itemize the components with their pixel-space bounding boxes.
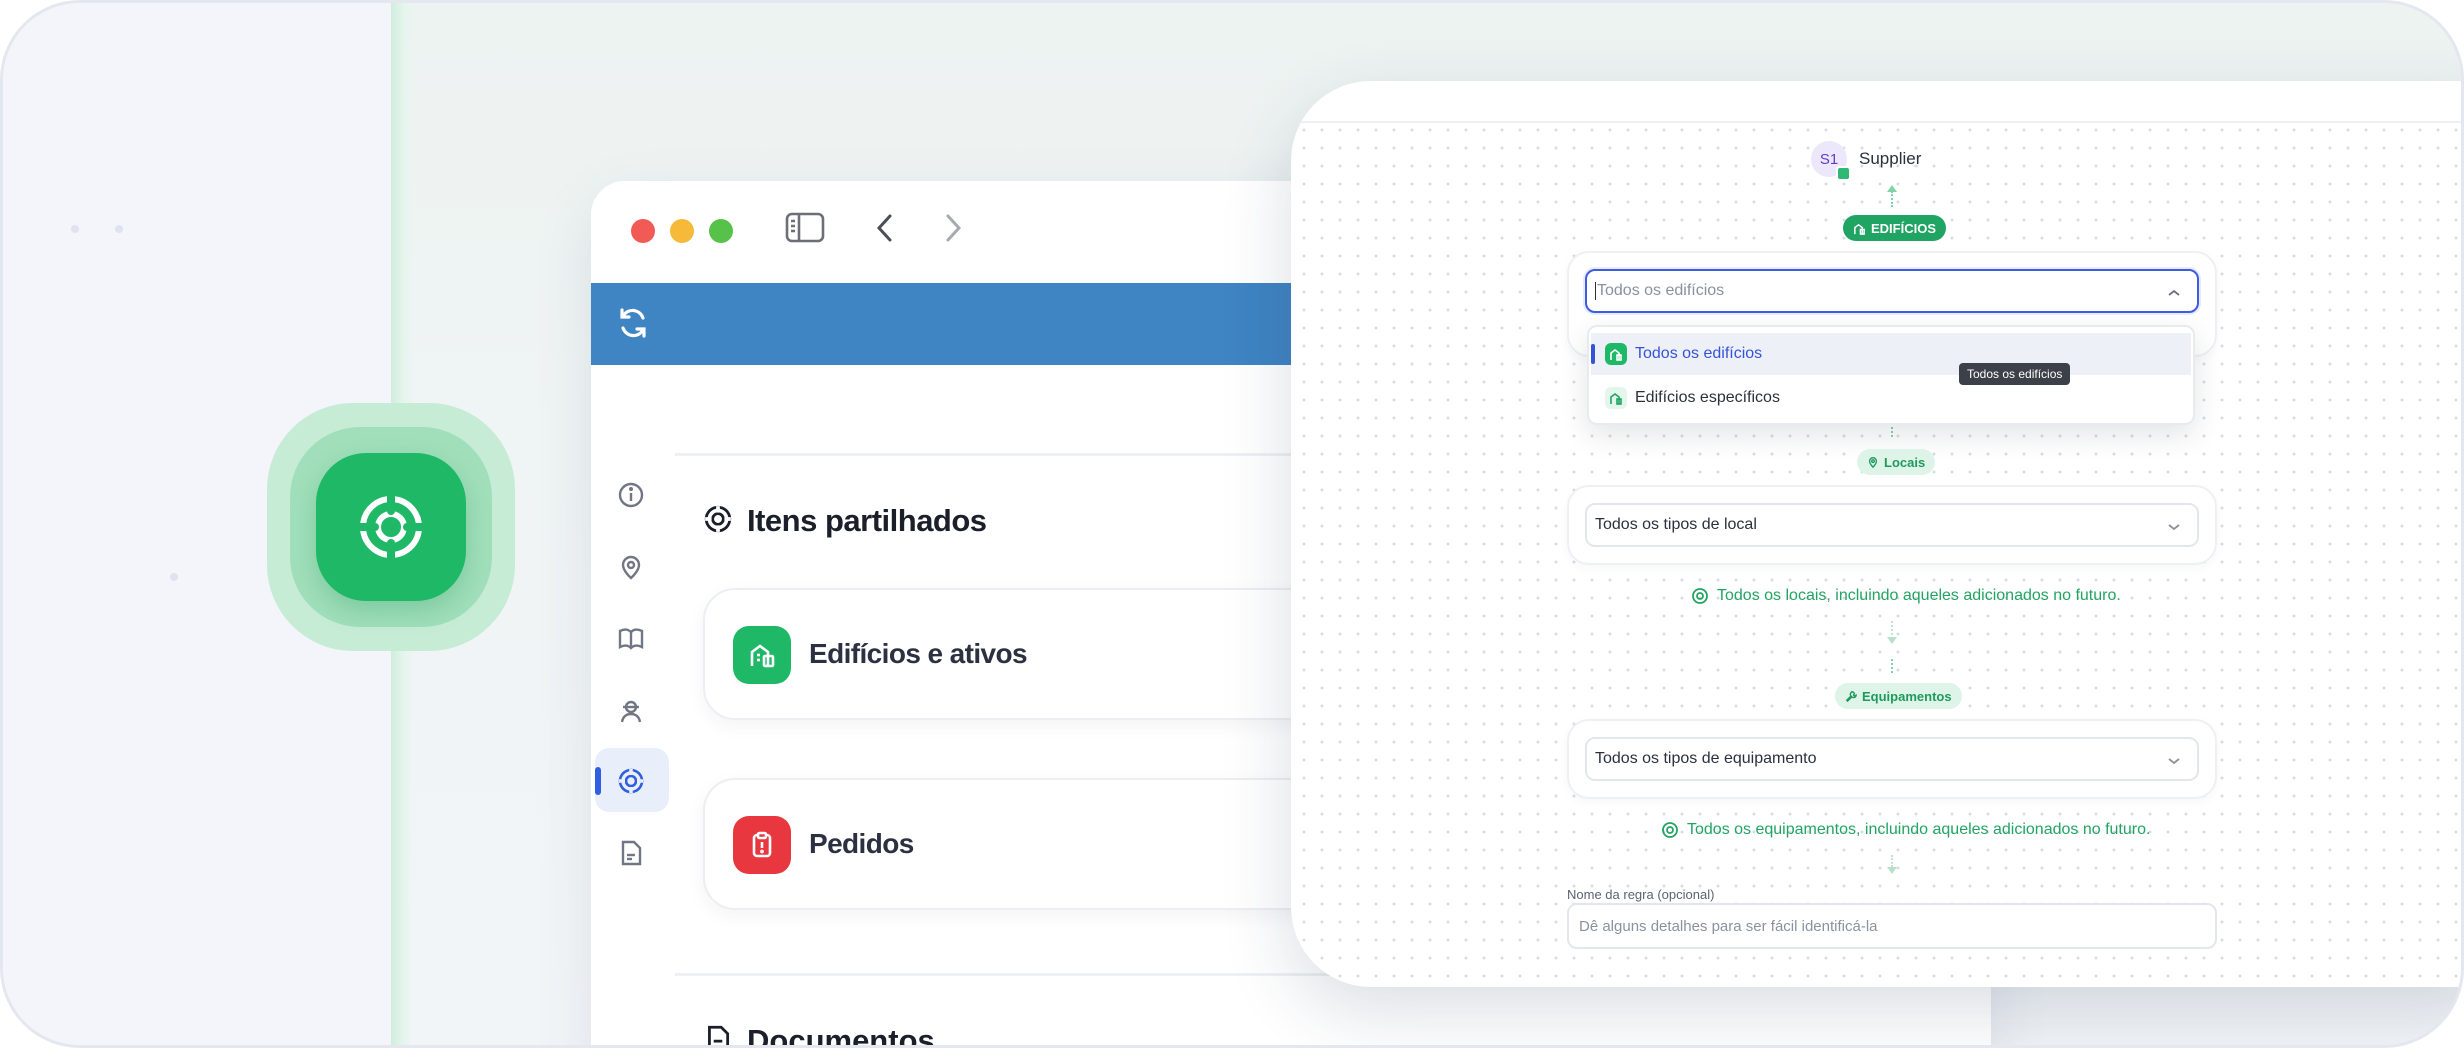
option-all-buildings[interactable]: Todos os edifícios: [1591, 333, 2191, 375]
minimize-window-button[interactable]: [670, 219, 694, 243]
building-badge-icon: [1836, 166, 1851, 181]
connector-line: [1891, 855, 1893, 867]
supplier-name: Supplier: [1859, 149, 1922, 168]
rule-name-placeholder: Dê alguns detalhes para ser fácil identi…: [1579, 917, 1878, 935]
building-icon: [1605, 387, 1627, 409]
building-icon: [1605, 343, 1627, 365]
back-arrow-icon[interactable]: [873, 211, 897, 250]
option-label: Todos os edifícios: [1635, 345, 1763, 362]
buildings-dropdown: Todos os edifícios Edifícios específicos: [1587, 325, 2195, 425]
equipment-note-text: Todos os equipamentos, incluindo aqueles…: [1687, 821, 2151, 838]
shared-items-icon: [703, 504, 733, 539]
forward-arrow-icon[interactable]: [941, 211, 965, 250]
building-icon: [1854, 223, 1865, 235]
equipment-pill: Equipamentos: [1835, 683, 1962, 709]
info-icon[interactable]: [613, 477, 649, 513]
infinity-scope-icon: [1662, 822, 1678, 838]
arrow-up-icon: [1887, 185, 1897, 192]
maximize-window-button[interactable]: [709, 219, 733, 243]
buildings-select-placeholder: Todos os edifícios: [1597, 282, 1725, 299]
sidebar-toggle-icon[interactable]: [785, 211, 825, 250]
chevron-down-icon[interactable]: [2167, 753, 2181, 771]
locations-note-text: Todos os locais, incluindo aqueles adici…: [1717, 587, 2121, 604]
documents-section-header: Documentos: [703, 1023, 935, 1048]
sharing-rule-panel: S1 Supplier EDIFÍCIOS Todos os edifícios: [1291, 81, 2461, 987]
locations-note: Todos os locais, incluindo aqueles adici…: [1691, 587, 2121, 605]
equipment-note: Todos os equipamentos, incluindo aqueles…: [1661, 821, 2150, 839]
screenshot-frame: Itens partilhados Edifícios e ativos Ped…: [0, 0, 2464, 1048]
locations-pill-label: Locais: [1884, 454, 1926, 470]
locations-rule-box: Todos os tipos de local: [1567, 485, 2217, 565]
card-label: Pedidos: [809, 828, 914, 859]
refresh-icon[interactable]: [613, 303, 653, 343]
section-title: Itens partilhados: [747, 503, 987, 538]
buildings-pill: EDIFÍCIOS: [1843, 215, 1947, 241]
connector-line: [1891, 423, 1893, 437]
equipment-rule-box: Todos os tipos de equipamento: [1567, 719, 2217, 799]
avatar-initials: S1: [1819, 150, 1839, 168]
arrow-down-icon: [1887, 637, 1897, 644]
chevron-up-icon[interactable]: [2167, 285, 2181, 303]
section-header: Itens partilhados: [703, 503, 987, 539]
panel-top-bar: [1291, 81, 2461, 123]
option-specific-buildings[interactable]: Edifícios específicos: [1591, 377, 2191, 419]
buildings-pill-label: EDIFÍCIOS: [1871, 220, 1937, 236]
rule-name-input[interactable]: Dê alguns detalhes para ser fácil identi…: [1567, 903, 2217, 949]
text-cursor: [1595, 282, 1596, 300]
user-icon[interactable]: [613, 693, 649, 729]
building-icon: [733, 626, 791, 684]
document-icon: [703, 1024, 733, 1045]
arrow-down-icon: [1887, 867, 1897, 874]
wrench-icon: [1845, 691, 1857, 702]
close-window-button[interactable]: [631, 219, 655, 243]
connector-line: [1891, 621, 1893, 635]
connector-line: [1891, 191, 1893, 207]
equipment-type-select[interactable]: Todos os tipos de equipamento: [1585, 737, 2199, 781]
option-label: Edifícios específicos: [1635, 389, 1780, 406]
clipboard-icon: [733, 816, 791, 874]
shared-items-app-icon: [316, 453, 466, 601]
avatar: S1: [1811, 141, 1851, 181]
option-selected-indicator: [1591, 344, 1595, 364]
shared-items-icon[interactable]: [613, 763, 649, 799]
location-pin-icon: [1868, 457, 1878, 468]
location-pin-icon[interactable]: [613, 549, 649, 585]
equipment-pill-label: Equipamentos: [1862, 688, 1952, 704]
equipment-type-value: Todos os tipos de equipamento: [1595, 750, 1817, 767]
supplier-node: S1 Supplier: [1811, 141, 1922, 181]
tooltip: Todos os edifícios: [1959, 363, 2071, 385]
buildings-select[interactable]: Todos os edifícios: [1585, 269, 2199, 313]
card-label: Edifícios e ativos: [809, 638, 1028, 669]
documents-section-title: Documentos: [747, 1023, 935, 1048]
location-type-select[interactable]: Todos os tipos de local: [1585, 503, 2199, 547]
connector-line: [1891, 659, 1893, 673]
rule-name-label: Nome da regra (opcional): [1567, 887, 1715, 902]
book-icon[interactable]: [613, 621, 649, 657]
sidebar-active-indicator: [595, 767, 601, 795]
document-icon[interactable]: [613, 835, 649, 871]
location-type-value: Todos os tipos de local: [1595, 516, 1757, 533]
infinity-scope-icon: [1692, 588, 1708, 604]
locations-pill: Locais: [1857, 449, 1936, 475]
chevron-down-icon[interactable]: [2167, 519, 2181, 537]
